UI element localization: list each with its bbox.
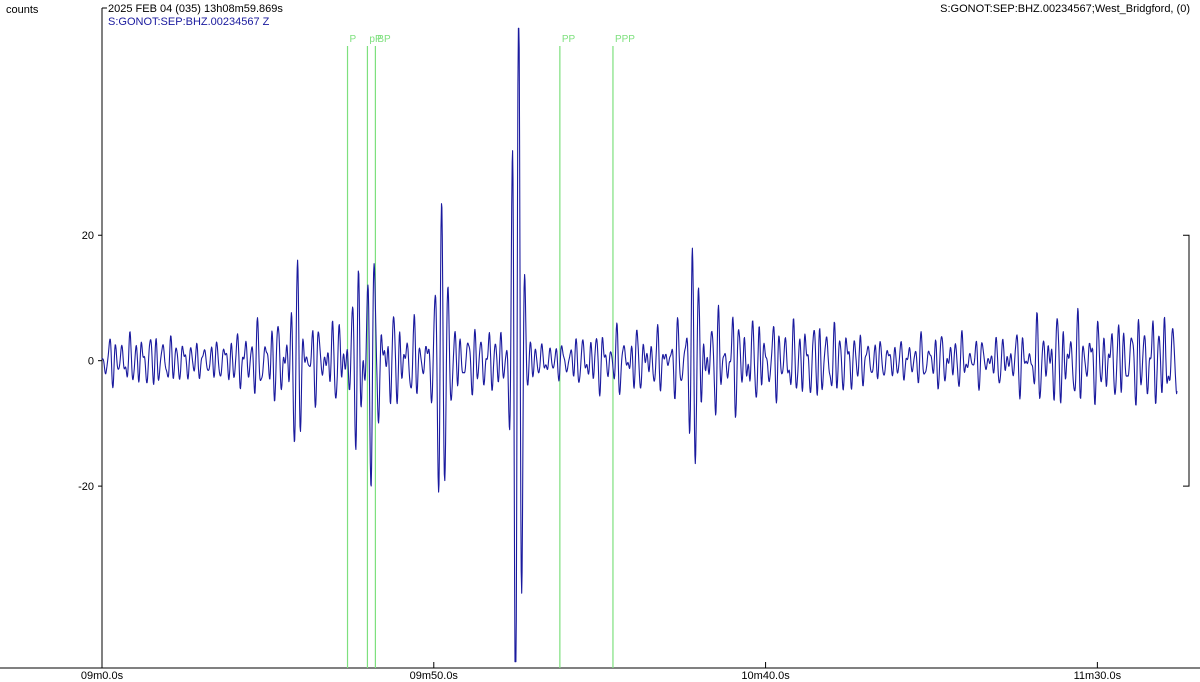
phase-marker-label: PPP (615, 34, 635, 45)
seismogram-plot[interactable]: 20 0 -20 09m0.0s 09m50.0s 10m40.0s 11m30.0s P… (0, 0, 1200, 682)
x-tick-label: 10m40.0s (741, 670, 790, 682)
y-axis: 20 0 -20 (78, 230, 102, 493)
x-axis: 09m0.0s 09m50.0s 10m40.0s 11m30.0s (81, 662, 1122, 682)
x-tick-label: 09m50.0s (410, 670, 459, 682)
y-tick-label: 20 (82, 230, 94, 242)
amplitude-bracket (1183, 234, 1190, 487)
phase-marker-label: PP (562, 34, 576, 45)
x-tick-label: 09m0.0s (81, 670, 124, 682)
y-tick-label: -20 (78, 481, 94, 493)
phase-marker-label: BP (377, 34, 391, 45)
waveform-traces[interactable] (101, 27, 1178, 663)
y-tick-label: 0 (88, 356, 94, 368)
plot-frame (0, 7, 1200, 669)
x-tick-label: 11m30.0s (1074, 670, 1122, 682)
phase-marker-label: P (350, 34, 357, 45)
waveform-line (101, 27, 1178, 663)
